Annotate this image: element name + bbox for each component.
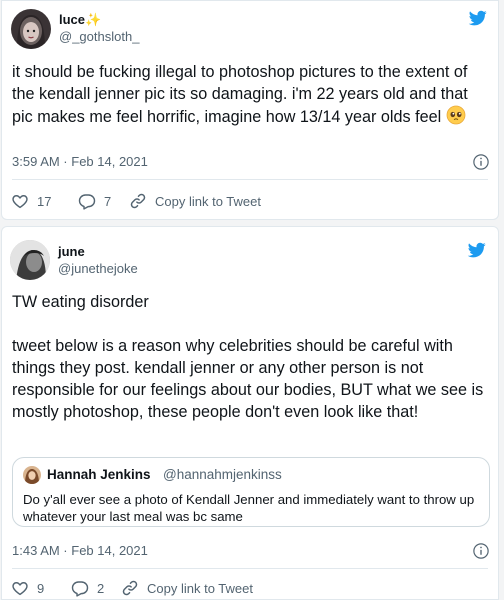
divider <box>12 568 488 569</box>
quoted-avatar <box>23 466 41 484</box>
avatar-image <box>10 240 50 280</box>
quoted-tweet[interactable]: Hannah Jenkins @hannahmjenkinss Do y'all… <box>12 457 490 527</box>
reply-button[interactable]: 7 <box>78 192 111 210</box>
heart-icon <box>11 579 29 597</box>
like-count: 9 <box>37 580 45 596</box>
info-icon[interactable] <box>472 153 490 171</box>
tweet-text: TW eating disorder tweet below is a reas… <box>12 293 484 421</box>
tweet-card: june @junethejoke TW eating disorder twe… <box>1 226 499 600</box>
pleading-face-emoji <box>446 105 466 131</box>
divider <box>12 179 488 180</box>
quoted-handle: @hannahmjenkinss <box>163 467 282 482</box>
link-icon <box>129 192 147 210</box>
like-button[interactable]: 9 <box>11 579 44 597</box>
reply-button[interactable]: 2 <box>71 579 104 597</box>
display-name[interactable]: june <box>58 244 85 259</box>
user-handle[interactable]: @junethejoke <box>58 261 138 276</box>
tweet-timestamp[interactable]: 1:43 AM · Feb 14, 2021 <box>12 543 148 558</box>
reply-count: 7 <box>104 193 112 209</box>
reply-icon <box>78 192 96 210</box>
reply-count: 2 <box>97 580 105 596</box>
sparkles-emoji: ✨ <box>85 12 102 27</box>
avatar-image <box>11 9 51 49</box>
twitter-bird-icon[interactable] <box>467 9 489 27</box>
display-name-text: luce <box>59 12 86 27</box>
reply-icon <box>71 579 89 597</box>
link-icon <box>121 579 139 597</box>
quoted-text: Do y'all ever see a photo of Kendall Jen… <box>23 492 475 524</box>
like-count: 17 <box>37 193 52 209</box>
twitter-bird-icon[interactable] <box>466 241 488 259</box>
heart-icon <box>11 192 29 210</box>
tweet-text: it should be fucking illegal to photosho… <box>12 61 484 131</box>
copy-link-label: Copy link to Tweet <box>147 580 253 596</box>
tweet-text-body: it should be fucking illegal to photosho… <box>12 63 468 126</box>
avatar[interactable] <box>10 240 50 280</box>
user-handle[interactable]: @_gothsloth_ <box>59 29 139 44</box>
info-icon[interactable] <box>472 542 490 560</box>
quoted-display-name: Hannah Jenkins <box>47 467 151 482</box>
copy-link-button[interactable]: Copy link to Tweet <box>129 192 261 210</box>
copy-link-button[interactable]: Copy link to Tweet <box>121 579 253 597</box>
tweet-card: luce✨ @_gothsloth_ it should be fucking … <box>1 0 499 220</box>
avatar[interactable] <box>11 9 51 49</box>
tweet-timestamp[interactable]: 3:59 AM · Feb 14, 2021 <box>12 154 148 169</box>
like-button[interactable]: 17 <box>11 192 51 210</box>
copy-link-label: Copy link to Tweet <box>155 193 261 209</box>
display-name[interactable]: luce✨ <box>59 12 101 28</box>
